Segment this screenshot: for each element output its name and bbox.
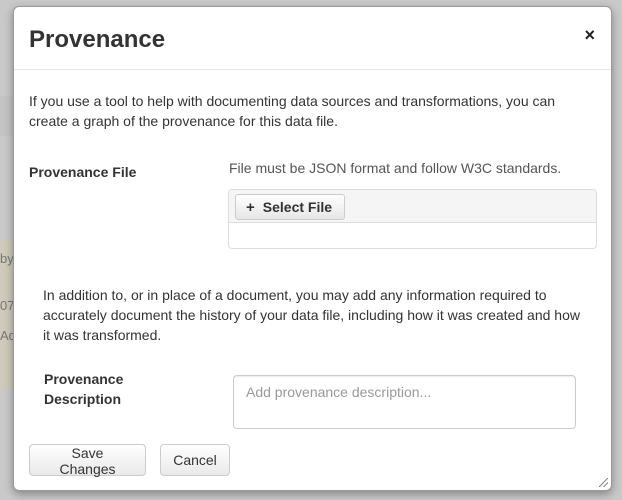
provenance-description-label: Provenance Description bbox=[44, 371, 124, 407]
provenance-description-input[interactable] bbox=[233, 375, 576, 429]
close-icon[interactable]: × bbox=[584, 25, 595, 45]
upload-toolbar: + Select File bbox=[229, 190, 596, 223]
background-text: by bbox=[0, 251, 14, 266]
file-upload-area: + Select File bbox=[228, 189, 597, 249]
plus-icon: + bbox=[246, 198, 255, 216]
provenance-file-label: Provenance File bbox=[29, 164, 137, 180]
save-changes-button[interactable]: Save Changes bbox=[29, 444, 146, 477]
modal-title: Provenance bbox=[29, 26, 166, 53]
intro-text: If you use a tool to help with documenti… bbox=[29, 93, 556, 129]
select-file-label: Select File bbox=[262, 199, 333, 215]
provenance-file-help: File must be JSON format and follow W3C … bbox=[229, 160, 562, 176]
modal-header: Provenance × bbox=[14, 7, 611, 70]
cancel-button[interactable]: Cancel bbox=[160, 444, 230, 476]
provenance-modal: Provenance × If you use a tool to help w… bbox=[13, 6, 612, 491]
select-file-button[interactable]: + Select File bbox=[235, 194, 346, 220]
resize-grip-icon[interactable] bbox=[599, 478, 608, 487]
addition-text: In addition to, or in place of a documen… bbox=[43, 287, 580, 343]
